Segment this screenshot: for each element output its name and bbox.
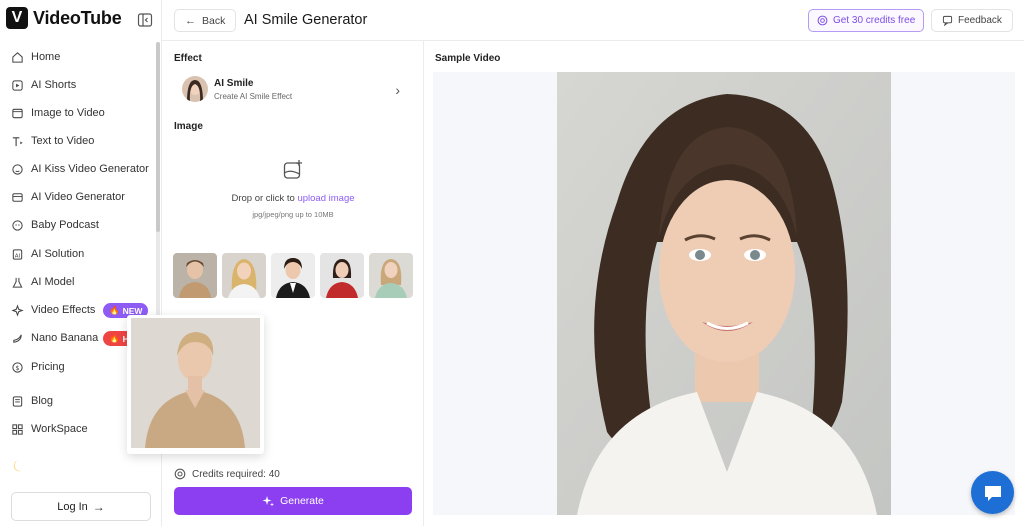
sample-image-3[interactable] (271, 253, 315, 298)
flask-icon (10, 275, 24, 289)
credits-required: Credits required: 40 (174, 468, 280, 480)
sidebar-item-ai-model[interactable]: AI Model (10, 271, 150, 293)
login-label: Log In (57, 500, 88, 513)
sidebar-item-ai-shorts[interactable]: AI Shorts (10, 74, 150, 96)
image-upload-dropzone[interactable]: Drop or click to upload image jpg/jpeg/p… (174, 145, 412, 237)
sidebar-item-label: Blog (31, 395, 54, 407)
sidebar-item-label: Nano Banana (31, 332, 99, 344)
arrow-left-icon: ← (185, 14, 196, 27)
arrow-right-icon: → (92, 499, 105, 514)
image-section-label: Image (174, 121, 203, 132)
drop-instruction: Drop or click to (231, 193, 298, 204)
get-credits-button[interactable]: Get 30 credits free (808, 9, 925, 32)
video-gen-icon (10, 190, 24, 204)
sidebar-item-ai-video-generator[interactable]: AI Video Generator (10, 186, 150, 208)
sample-image-2[interactable] (222, 253, 266, 298)
chat-button[interactable] (971, 471, 1014, 514)
pricing-icon: $ (10, 360, 24, 374)
blog-icon (10, 394, 24, 408)
svg-text:AI: AI (14, 253, 20, 259)
sidebar-item-home[interactable]: Home (10, 46, 150, 68)
sidebar-item-image-to-video[interactable]: Image to Video (10, 102, 150, 124)
feedback-icon (942, 15, 953, 26)
preview-section-label: Sample Video (435, 53, 501, 64)
feedback-button[interactable]: Feedback (931, 9, 1013, 32)
shorts-icon (10, 78, 24, 92)
generate-label: Generate (280, 495, 324, 507)
chevron-right-icon: › (395, 82, 400, 98)
sidebar-item-text-to-video[interactable]: Text to Video (10, 130, 150, 152)
sidebar-item-label: AI Kiss Video Generator (31, 163, 149, 175)
sidebar-item-label: Home (31, 51, 61, 63)
preview-area: Sample Video (425, 41, 1024, 526)
page-title: AI Smile Generator (244, 12, 368, 28)
effect-selector[interactable]: AI Smile Create AI Smile Effect › (174, 70, 412, 108)
sidebar-item-label: AI Video Generator (31, 191, 125, 203)
sidebar-item-label: AI Solution (31, 248, 85, 260)
banana-icon (10, 331, 24, 345)
sample-image-4[interactable] (320, 253, 364, 298)
sidebar-item-label: AI Model (31, 276, 75, 288)
solution-icon: AI (10, 247, 24, 261)
sidebar-item-label: Text to Video (31, 135, 95, 147)
text-video-icon (10, 134, 24, 148)
hover-preview-image (131, 318, 260, 448)
sidebar-toggle-icon[interactable] (137, 12, 153, 28)
sample-video[interactable] (557, 72, 891, 515)
sidebar-item-baby-podcast[interactable]: Baby Podcast (10, 214, 150, 236)
sidebar-item-ai-solution[interactable]: AI AI Solution (10, 243, 150, 265)
moon-icon[interactable] (11, 458, 27, 479)
badge-label: NEW (122, 305, 143, 316)
sidebar-item-label: WorkSpace (31, 423, 88, 435)
effects-icon (10, 303, 24, 317)
sidebar-item-label: Video Effects (31, 304, 96, 316)
feedback-label: Feedback (958, 15, 1002, 26)
brand[interactable]: V VideoTube (6, 7, 122, 29)
workspace-icon (10, 422, 24, 436)
sample-image-1[interactable] (173, 253, 217, 298)
file-type-hint: jpg/jpeg/png up to 10MB (252, 210, 334, 219)
effect-thumbnail (182, 76, 208, 102)
credits-required-text: Credits required: 40 (192, 468, 280, 480)
login-button[interactable]: Log In → (11, 492, 151, 521)
sidebar-item-label: Pricing (31, 361, 65, 373)
home-icon (10, 50, 24, 64)
fire-icon: 🔥 (109, 333, 120, 343)
image-video-icon (10, 106, 24, 120)
image-upload-icon (282, 159, 304, 186)
effect-description: Create AI Smile Effect (214, 91, 293, 101)
svg-text:$: $ (15, 363, 19, 371)
sidebar-scrollbar-thumb[interactable] (156, 42, 160, 232)
sidebar-item-ai-kiss[interactable]: AI Kiss Video Generator (10, 158, 150, 180)
back-button[interactable]: ← Back (174, 9, 237, 32)
chat-icon (984, 485, 1001, 501)
sample-image-5[interactable] (369, 253, 413, 298)
sidebar-item-label: AI Shorts (31, 79, 77, 91)
top-header: ← Back AI Smile Generator Get 30 credits… (162, 0, 1024, 41)
sample-images (173, 253, 413, 298)
kiss-icon (10, 162, 24, 176)
app-root: V VideoTube Home AI Shorts Image to Vide… (0, 0, 1024, 526)
baby-icon (10, 218, 24, 232)
effect-name: AI Smile (214, 77, 254, 89)
credits-label: Get 30 credits free (833, 15, 916, 26)
hover-image-preview (127, 315, 264, 454)
coin-icon (174, 468, 186, 480)
brand-name: VideoTube (33, 7, 122, 28)
coin-icon (817, 15, 828, 26)
sidebar-item-label: Image to Video (31, 107, 105, 119)
back-label: Back (202, 14, 226, 27)
drop-text: Drop or click to upload image (231, 193, 354, 204)
generate-button[interactable]: Generate (174, 487, 412, 515)
brand-logo: V (6, 7, 28, 29)
sparkles-icon (262, 495, 275, 507)
upload-image-link[interactable]: upload image (297, 193, 354, 204)
sidebar-item-label: Baby Podcast (31, 219, 99, 231)
effect-section-label: Effect (174, 53, 202, 64)
fire-icon: 🔥 (109, 305, 120, 315)
